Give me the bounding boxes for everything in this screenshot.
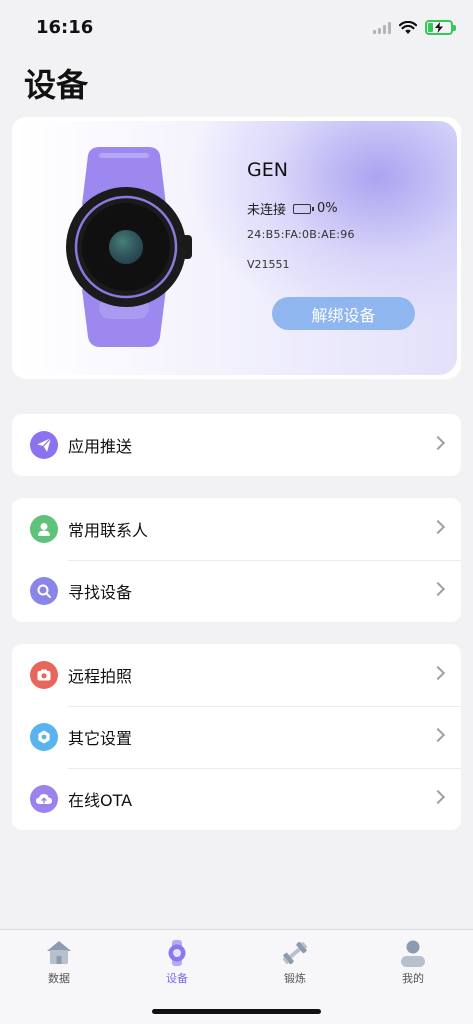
watch-image <box>66 147 192 347</box>
device-card[interactable]: GEN 未连接 0% 24:B5:FA:0B:AE:96 V21551 解绑设备 <box>12 117 461 379</box>
menu-item-online-ota[interactable]: 在线OTA <box>12 768 461 830</box>
menu-item-contacts[interactable]: 常用联系人 <box>12 498 461 560</box>
battery-charging-icon <box>425 20 456 35</box>
tab-label: 设备 <box>166 972 188 985</box>
firmware-version: V21551 <box>247 258 290 271</box>
page-title: 设备 <box>24 66 89 104</box>
tab-exercise[interactable]: 锻炼 <box>255 936 335 986</box>
chevron-right-icon <box>430 727 446 743</box>
menu-label: 远程拍照 <box>68 667 133 686</box>
person-icon <box>396 936 430 970</box>
chevron-right-icon <box>430 581 446 597</box>
tab-device[interactable]: 设备 <box>137 936 217 986</box>
menu-group-contacts: 常用联系人 寻找设备 <box>12 498 461 622</box>
battery-icon <box>293 203 315 214</box>
unbind-device-button[interactable]: 解绑设备 <box>272 297 415 330</box>
status-bar: 16:16 <box>0 0 473 56</box>
menu-item-remote-camera[interactable]: 远程拍照 <box>12 644 461 706</box>
settings-hex-icon <box>30 723 58 751</box>
tab-profile[interactable]: 我的 <box>373 936 453 986</box>
house-icon <box>42 936 76 970</box>
wifi-icon <box>399 20 417 34</box>
menu-item-other-settings[interactable]: 其它设置 <box>12 706 461 768</box>
menu-item-find-device[interactable]: 寻找设备 <box>12 560 461 622</box>
dumbbell-icon <box>278 936 312 970</box>
tab-data[interactable]: 数据 <box>19 936 99 986</box>
menu-item-app-push[interactable]: 应用推送 <box>12 414 461 476</box>
menu-label: 其它设置 <box>68 729 133 748</box>
chevron-right-icon <box>430 665 446 681</box>
device-name: GEN <box>247 159 288 181</box>
tab-label: 我的 <box>402 972 424 985</box>
mac-address: 24:B5:FA:0B:AE:96 <box>247 228 355 241</box>
paper-plane-icon <box>30 431 58 459</box>
cloud-upload-icon <box>30 785 58 813</box>
home-indicator <box>152 1009 321 1014</box>
chevron-right-icon <box>430 435 446 451</box>
menu-label: 常用联系人 <box>68 521 149 540</box>
camera-icon <box>30 661 58 689</box>
tab-label: 数据 <box>48 972 70 985</box>
search-icon <box>30 577 58 605</box>
watch-icon <box>160 936 194 970</box>
tab-label: 锻炼 <box>284 972 306 985</box>
status-time: 16:16 <box>36 17 94 38</box>
menu-group-push: 应用推送 <box>12 414 461 476</box>
menu-label: 寻找设备 <box>68 583 133 602</box>
menu-label: 应用推送 <box>68 437 133 456</box>
signal-icon <box>373 21 391 34</box>
connection-status-row: 未连接 0% <box>247 199 338 218</box>
menu-group-tools: 远程拍照 其它设置 在线OTA <box>12 644 461 830</box>
connection-status: 未连接 <box>247 203 287 218</box>
chevron-right-icon <box>430 519 446 535</box>
contact-person-icon <box>30 515 58 543</box>
status-icons <box>373 20 456 35</box>
battery-level: 0% <box>317 201 338 216</box>
chevron-right-icon <box>430 789 446 805</box>
menu-label: 在线OTA <box>68 791 133 810</box>
